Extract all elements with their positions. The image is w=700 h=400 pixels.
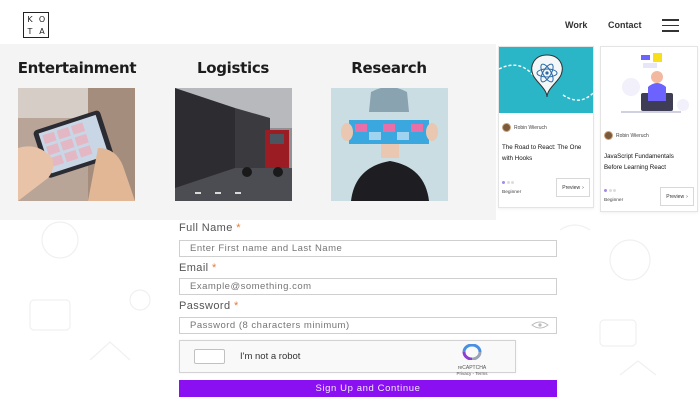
category-image-person — [331, 88, 448, 201]
course-card[interactable]: Robin Wieruch JavaScript Fundamentals Be… — [600, 46, 698, 212]
password-label-text: Password — [179, 300, 231, 312]
password-label: Password * — [179, 300, 239, 312]
chevron-right-icon: › — [582, 184, 584, 191]
course-title[interactable]: The Road to React: The One with Hooks — [502, 142, 590, 164]
author-name: Robin Wieruch — [514, 124, 547, 131]
logo-letter: A — [39, 26, 45, 36]
category-image-truck — [175, 88, 292, 201]
course-level: Beginner — [604, 198, 624, 203]
difficulty-dots — [502, 181, 514, 184]
preview-button[interactable]: Preview › — [660, 187, 694, 206]
course-thumbnail — [499, 47, 593, 113]
full-name-input[interactable] — [179, 240, 557, 257]
category-image-tablet — [18, 88, 135, 201]
recaptcha-icon — [462, 343, 482, 361]
category-title: Logistics — [196, 59, 270, 77]
email-label-text: Email — [179, 262, 209, 274]
hamburger-menu-icon[interactable] — [662, 19, 679, 32]
nav-contact-link[interactable]: Contact — [608, 20, 642, 30]
kota-logo[interactable]: K O T A — [23, 12, 49, 38]
category-title: Research — [351, 59, 427, 77]
recaptcha-checkbox[interactable] — [194, 349, 225, 364]
eye-icon[interactable] — [531, 321, 549, 329]
required-mark: * — [236, 222, 241, 234]
required-mark: * — [211, 262, 217, 274]
full-name-label-text: Full Name — [179, 222, 233, 234]
category-title: Entertainment — [17, 59, 137, 77]
recaptcha-logo: reCAPTCHA Privacy - Terms — [442, 343, 502, 376]
email-label: Email * — [179, 262, 217, 274]
recaptcha-links[interactable]: Privacy - Terms — [442, 371, 502, 376]
preview-button[interactable]: Preview › — [556, 178, 590, 197]
course-thumbnail — [601, 47, 697, 121]
recaptcha-label: I'm not a robot — [240, 351, 301, 362]
avatar — [502, 123, 511, 132]
difficulty-dots — [604, 189, 616, 192]
course-title[interactable]: JavaScript Fundamentals Before Learning … — [604, 151, 692, 173]
categories-panel: Entertainment Logistics Research — [0, 44, 496, 220]
course-author: Robin Wieruch — [604, 131, 649, 140]
recaptcha-widget: I'm not a robot reCAPTCHA Privacy - Term… — [179, 340, 516, 376]
course-author: Robin Wieruch — [502, 123, 547, 132]
top-header: K O T A Work Contact — [0, 0, 700, 48]
full-name-label: Full Name * — [179, 222, 241, 234]
course-card[interactable]: Robin Wieruch The Road to React: The One… — [498, 46, 594, 208]
preview-label: Preview — [562, 184, 581, 191]
chevron-right-icon: › — [686, 193, 688, 200]
logo-letter: O — [38, 15, 46, 24]
email-input[interactable] — [179, 278, 557, 295]
logo-letter: T — [27, 26, 33, 36]
required-mark: * — [233, 300, 239, 312]
course-level: Beginner — [502, 190, 522, 195]
sign-up-button[interactable]: Sign Up and Continue — [179, 380, 557, 397]
logo-letter: K — [27, 15, 33, 24]
password-input[interactable] — [179, 317, 557, 334]
preview-label: Preview — [666, 193, 685, 200]
password-field — [179, 317, 557, 334]
nav-work-link[interactable]: Work — [565, 20, 587, 30]
avatar — [604, 131, 613, 140]
page: K O T A Work Contact Entertainment Logis… — [0, 0, 700, 400]
author-name: Robin Wieruch — [616, 132, 649, 139]
